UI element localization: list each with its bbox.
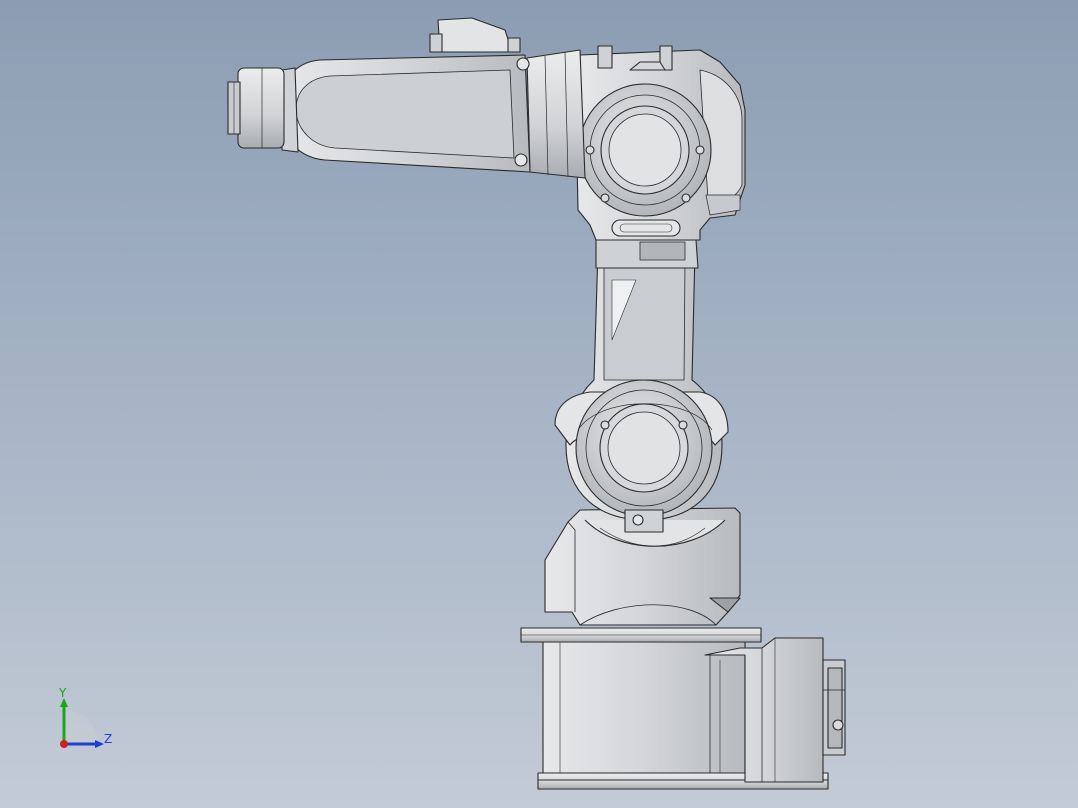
- joint-3: [578, 83, 712, 217]
- forearm-link: [279, 17, 586, 179]
- y-axis-label: Y: [58, 686, 67, 700]
- triad-plane: [64, 710, 98, 744]
- coordinate-triad: Y Z: [58, 686, 112, 748]
- graphics-viewport[interactable]: Y Z: [0, 0, 1078, 808]
- wrist-flange: [227, 67, 299, 153]
- z-axis-label: Z: [104, 732, 112, 746]
- x-axis-dot: [60, 740, 68, 748]
- robot-arm-model[interactable]: [0, 0, 1078, 808]
- robot-base: [520, 627, 846, 790]
- z-axis-arrowhead: [95, 740, 104, 748]
